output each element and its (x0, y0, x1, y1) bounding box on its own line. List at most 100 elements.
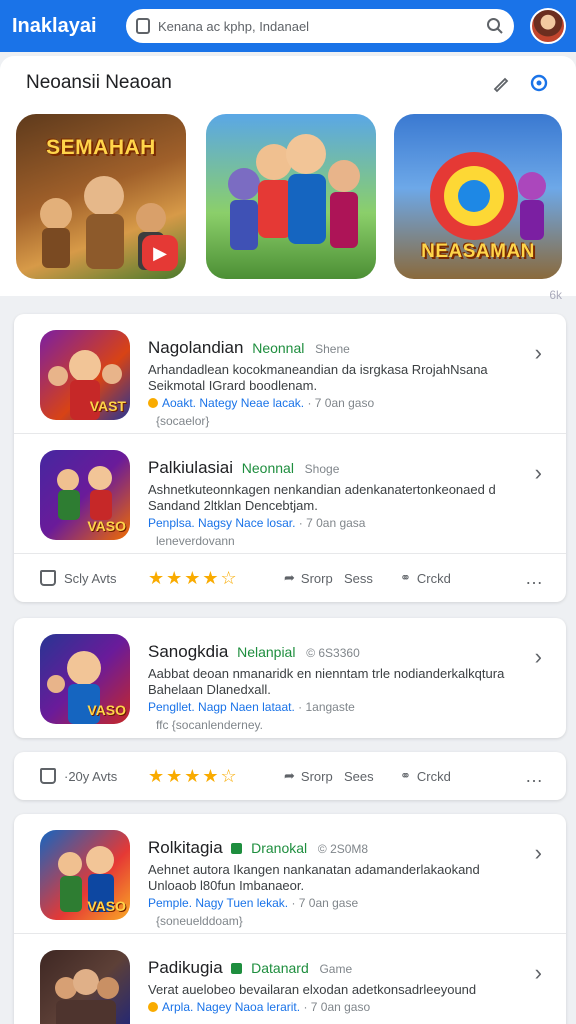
app-meta: © 2S0M8 (317, 842, 369, 856)
chevron-right-icon[interactable]: › (535, 460, 542, 486)
banner-art (206, 114, 376, 279)
app-developer[interactable]: Pemple. Nagy Tuen lekak. · 7 0an gase (148, 896, 518, 910)
featured-section: Neoansii Neaoan SEMAHAH ▶ NEASAMAN 6k (0, 56, 576, 302)
chevron-right-icon[interactable]: › (535, 960, 542, 986)
featured-banner-3[interactable]: NEASAMAN (394, 114, 562, 279)
brand-logo[interactable]: Inaklayai (12, 15, 122, 38)
search-input[interactable]: Kenana ac kphp, Indanael (158, 19, 486, 34)
app-tag: Datanard (251, 960, 309, 976)
app-row[interactable]: VASO Rolkitagia Dranokal © 2S0M8 Aehnet … (14, 814, 566, 934)
app-card: VASO Rolkitagia Dranokal © 2S0M8 Aehnet … (14, 814, 566, 1024)
app-tag: Neonnal (241, 460, 294, 476)
app-name[interactable]: Padikugia (148, 958, 223, 977)
action-bar: Scly Avts ★★★★☆ ➦ Srorp Sess ⚭ Crckd … (14, 554, 566, 602)
app-icon-caption: VASO (87, 702, 126, 718)
thumbs-up-icon (40, 768, 56, 784)
developer-badge-icon (148, 1002, 158, 1012)
app-subtext: leneverdovann (156, 534, 235, 548)
banner-caption: SEMAHAH (46, 136, 156, 159)
star-rating[interactable]: ★★★★☆ (148, 766, 239, 787)
chevron-right-icon[interactable]: › (535, 644, 542, 670)
action-bar: ·20y Avts ★★★★☆ ➦ Srorp Sees ⚭ Crckd … (14, 752, 566, 800)
app-icon-caption: VASO (87, 898, 126, 914)
user-avatar[interactable] (530, 8, 566, 44)
app-description: Ashnetkuteonnkagen nenkandian adenkanate… (148, 482, 496, 513)
app-icon-caption: VASO (87, 518, 126, 534)
chevron-right-icon[interactable]: › (535, 340, 542, 366)
app-info: Palkiulasiai Neonnal Shoge Ashnetkuteonn… (148, 458, 518, 548)
app-subtext: {socaelor} (156, 414, 210, 428)
app-info: Sanogkdia Nelanpial © 6S3360 Aabbat deoa… (148, 642, 518, 732)
app-icon: VASO (40, 634, 130, 724)
share-button[interactable]: ➦ Srorp (284, 768, 333, 784)
app-icon-caption: VAST (89, 398, 126, 414)
app-info: Rolkitagia Dranokal © 2S0M8 Aehnet autor… (148, 838, 518, 928)
play-badge-icon[interactable]: ▶ (142, 235, 178, 271)
app-description: Arhandadlean kocokmaneandian da isrgkasa… (148, 362, 488, 393)
developer-badge-icon (148, 398, 158, 408)
app-card: VAST Nagolandian Neonnal Shene Arhandadl… (14, 314, 566, 602)
app-description: Aabbat deoan nmanaridk en nienntam trle … (148, 666, 505, 697)
share-icon: ➦ (284, 570, 295, 585)
card-button[interactable]: ⚭ Crckd (400, 570, 451, 586)
app-description: Aehnet autora Ikangen nankanatan adamand… (148, 862, 480, 893)
app-developer[interactable]: Pengllet. Nagp Naen lataat. · 1angaste (148, 700, 518, 714)
like-button[interactable]: ·20y Avts (40, 768, 117, 784)
search-icon[interactable] (486, 17, 504, 35)
featured-title: Neoansii Neaoan (26, 72, 172, 93)
tag-badge-icon (231, 843, 243, 854)
more-options-icon[interactable]: … (525, 766, 544, 787)
app-icon: VASO (40, 830, 130, 920)
action-card: ·20y Avts ★★★★☆ ➦ Srorp Sees ⚭ Crckd … (14, 752, 566, 800)
refresh-icon[interactable] (526, 70, 552, 96)
like-button[interactable]: Scly Avts (40, 570, 117, 586)
app-developer[interactable]: Aoakt. Nategy Neae lacak. · 7 0an gaso (148, 396, 518, 410)
app-row[interactable]: VASO Sanogkdia Nelanpial © 6S3360 Aabbat… (14, 618, 566, 738)
app-card: VASO Sanogkdia Nelanpial © 6S3360 Aabbat… (14, 618, 566, 738)
edit-icon[interactable] (488, 70, 514, 96)
app-developer[interactable]: Arpla. Nagey Naoa lerarit. · 7 0an gaso (148, 1000, 518, 1014)
share-button[interactable]: ➦ Srorp (284, 570, 333, 586)
app-name[interactable]: Sanogkdia (148, 642, 228, 661)
app-row[interactable]: Padikugia Datanard Game Verat auelobeo b… (14, 934, 566, 1024)
featured-banner-2[interactable] (206, 114, 376, 279)
thumbs-up-icon (40, 570, 56, 586)
link-icon: ⚭ (400, 768, 411, 783)
card-button[interactable]: ⚭ Crckd (400, 768, 451, 784)
chevron-right-icon[interactable]: › (535, 840, 542, 866)
app-icon: VASO (40, 450, 130, 540)
app-name[interactable]: Nagolandian (148, 338, 243, 357)
app-icon: VAST (40, 330, 130, 420)
top-app-bar: Inaklayai Kenana ac kphp, Indanael (0, 0, 576, 52)
app-subtext: ffc {socanlenderney. (156, 718, 263, 732)
app-meta: © 6S3360 (306, 646, 360, 660)
app-info: Padikugia Datanard Game Verat auelobeo b… (148, 958, 518, 1014)
app-info: Nagolandian Neonnal Shene Arhandadlean k… (148, 338, 518, 428)
search-field-icon (136, 18, 150, 34)
app-tag: Dranokal (251, 840, 308, 856)
app-subtext: {soneuelddoam} (156, 914, 243, 928)
app-developer[interactable]: Penplsa. Nagsy Nace losar. · 7 0an gasa (148, 516, 518, 530)
app-row[interactable]: VASO Palkiulasiai Neonnal Shoge Ashnetku… (14, 434, 566, 554)
sess-button[interactable]: Sees (344, 769, 374, 784)
app-meta: Game (319, 962, 353, 976)
banner-caption: NEASAMAN (421, 241, 535, 262)
app-tag: Nelanpial (237, 644, 296, 660)
app-icon (40, 950, 130, 1024)
share-icon: ➦ (284, 768, 295, 783)
tag-badge-icon (231, 963, 243, 974)
app-meta: Shene (315, 342, 350, 356)
app-tag: Neonnal (252, 340, 305, 356)
app-description: Verat auelobeo bevailaran elxodan adetko… (148, 982, 477, 997)
featured-more-label[interactable]: 6k (549, 288, 562, 302)
search-bar[interactable]: Kenana ac kphp, Indanael (126, 9, 514, 43)
more-options-icon[interactable]: … (525, 568, 544, 589)
app-meta: Shoge (304, 462, 340, 476)
featured-banner-1[interactable]: SEMAHAH ▶ (16, 114, 186, 279)
link-icon: ⚭ (400, 570, 411, 585)
app-name[interactable]: Rolkitagia (148, 838, 223, 857)
sess-button[interactable]: Sess (344, 571, 373, 586)
app-row[interactable]: VAST Nagolandian Neonnal Shene Arhandadl… (14, 314, 566, 434)
app-name[interactable]: Palkiulasiai (148, 458, 233, 477)
star-rating[interactable]: ★★★★☆ (148, 568, 239, 589)
